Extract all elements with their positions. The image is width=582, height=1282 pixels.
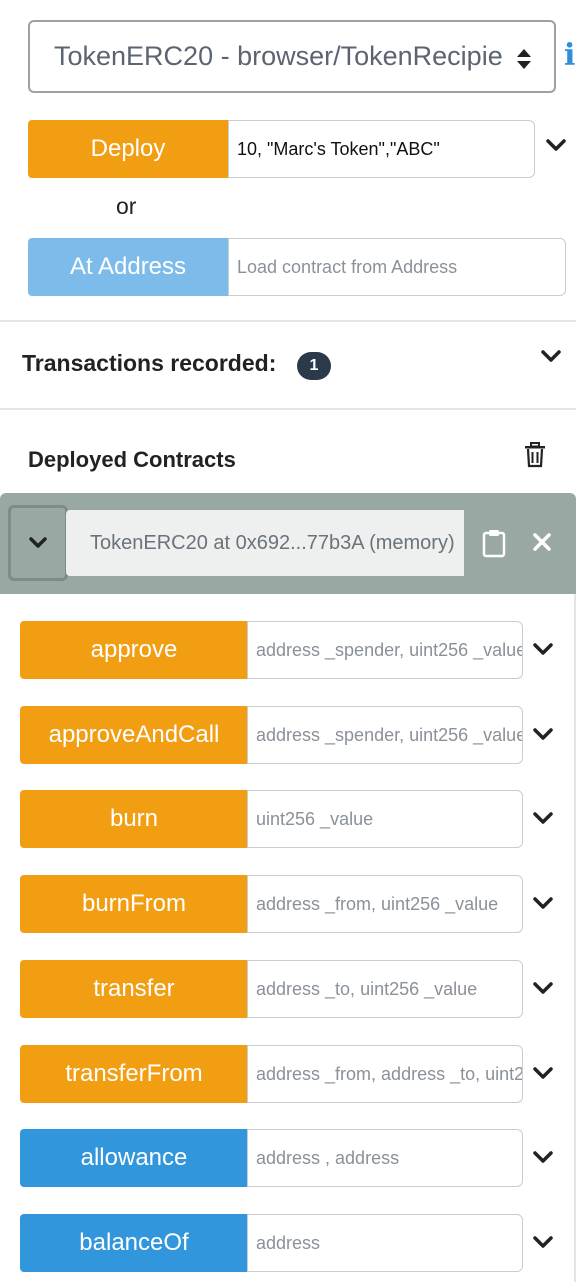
function-balanceof-button[interactable]: balanceOf	[20, 1214, 248, 1272]
chevron-down-icon[interactable]	[545, 138, 567, 152]
chevron-down-icon[interactable]	[532, 1150, 554, 1164]
function-params-input[interactable]: address _spender, uint256 _value, bytes …	[247, 706, 523, 764]
function-name: allowance	[80, 1144, 188, 1171]
chevron-down-icon[interactable]	[532, 727, 554, 741]
function-params-placeholder: address _from, address _to, uint256 _val…	[256, 1063, 523, 1084]
function-name: approveAndCall	[48, 721, 220, 748]
function-transferfrom-button[interactable]: transferFrom	[20, 1045, 248, 1103]
function-params-placeholder: address , address	[256, 1147, 400, 1168]
at-address-placeholder: Load contract from Address	[237, 256, 458, 277]
trash-icon[interactable]	[524, 442, 546, 468]
chevron-down-icon[interactable]	[532, 896, 554, 910]
or-label: or	[116, 193, 137, 219]
contract-instance-name: TokenERC20 at 0x692...77b3A (memory)	[90, 531, 455, 554]
function-params-input[interactable]: address , address	[247, 1129, 523, 1187]
function-params-placeholder: address _from, uint256 _value	[256, 893, 499, 914]
function-name: approve	[90, 636, 178, 663]
transactions-count-badge: 1	[297, 352, 331, 380]
function-params-placeholder: address	[256, 1232, 321, 1253]
function-approveandcall-button[interactable]: approveAndCall	[20, 706, 248, 764]
chevron-down-icon[interactable]	[540, 349, 562, 363]
clipboard-icon[interactable]	[482, 528, 506, 558]
deploy-args-value: 10, "Marc's Token","ABC"	[237, 138, 440, 159]
contract-instance-title: TokenERC20 at 0x692...77b3A (memory)	[66, 510, 464, 576]
function-name: transferFrom	[65, 1060, 203, 1087]
function-params-input[interactable]: address _from, address _to, uint256 _val…	[247, 1045, 523, 1103]
contract-select[interactable]: TokenERC20 - browser/TokenRecipient.sol	[28, 20, 556, 93]
run-panel: TokenERC20 - browser/TokenRecipient.sol …	[0, 0, 582, 1282]
function-params-placeholder: uint256 _value	[256, 808, 374, 829]
at-address-button-label: At Address	[69, 253, 187, 280]
chevron-down-icon[interactable]	[532, 981, 554, 995]
function-name: transfer	[93, 975, 175, 1002]
function-approve-button[interactable]: approve	[20, 621, 248, 679]
function-name: burnFrom	[81, 890, 187, 917]
chevron-down-icon[interactable]	[532, 1235, 554, 1249]
contract-select-value: TokenERC20 - browser/TokenRecipient.sol	[54, 41, 504, 71]
chevron-down-icon	[29, 537, 47, 548]
function-name: balanceOf	[79, 1229, 189, 1256]
chevron-down-icon[interactable]	[532, 811, 554, 825]
deployed-contracts-title: Deployed Contracts	[28, 447, 236, 472]
function-burn-button[interactable]: burn	[20, 790, 248, 848]
function-params-input[interactable]: address	[247, 1214, 523, 1272]
transactions-title[interactable]: Transactions recorded:	[22, 350, 276, 377]
deploy-args-input[interactable]: 10, "Marc's Token","ABC"	[228, 120, 535, 178]
info-icon[interactable]: i	[564, 38, 582, 78]
function-params-placeholder: address _spender, uint256 _value	[256, 639, 523, 660]
at-address-input[interactable]: Load contract from Address	[228, 238, 566, 296]
function-params-placeholder: address _spender, uint256 _value, bytes …	[256, 724, 522, 745]
function-params-input[interactable]: address _to, uint256 _value	[247, 960, 523, 1018]
function-params-input[interactable]: uint256 _value	[247, 790, 523, 848]
function-params-placeholder: address _to, uint256 _value	[256, 978, 478, 999]
divider	[0, 320, 576, 322]
function-allowance-button[interactable]: allowance	[20, 1129, 248, 1187]
function-params-input[interactable]: address _from, uint256 _value	[247, 875, 523, 933]
instance-expand-button[interactable]	[8, 505, 68, 581]
function-params-input[interactable]: address _spender, uint256 _value	[247, 621, 523, 679]
divider	[0, 408, 576, 410]
deploy-button-label: Deploy	[90, 135, 166, 162]
sort-icon	[517, 49, 531, 69]
at-address-button[interactable]: At Address	[28, 238, 228, 296]
chevron-down-icon[interactable]	[532, 1066, 554, 1080]
function-transfer-button[interactable]: transfer	[20, 960, 248, 1018]
chevron-down-icon[interactable]	[532, 642, 554, 656]
deploy-button[interactable]: Deploy	[28, 120, 228, 178]
function-burnfrom-button[interactable]: burnFrom	[20, 875, 248, 933]
function-name: burn	[109, 805, 159, 832]
close-icon[interactable]	[532, 532, 552, 552]
